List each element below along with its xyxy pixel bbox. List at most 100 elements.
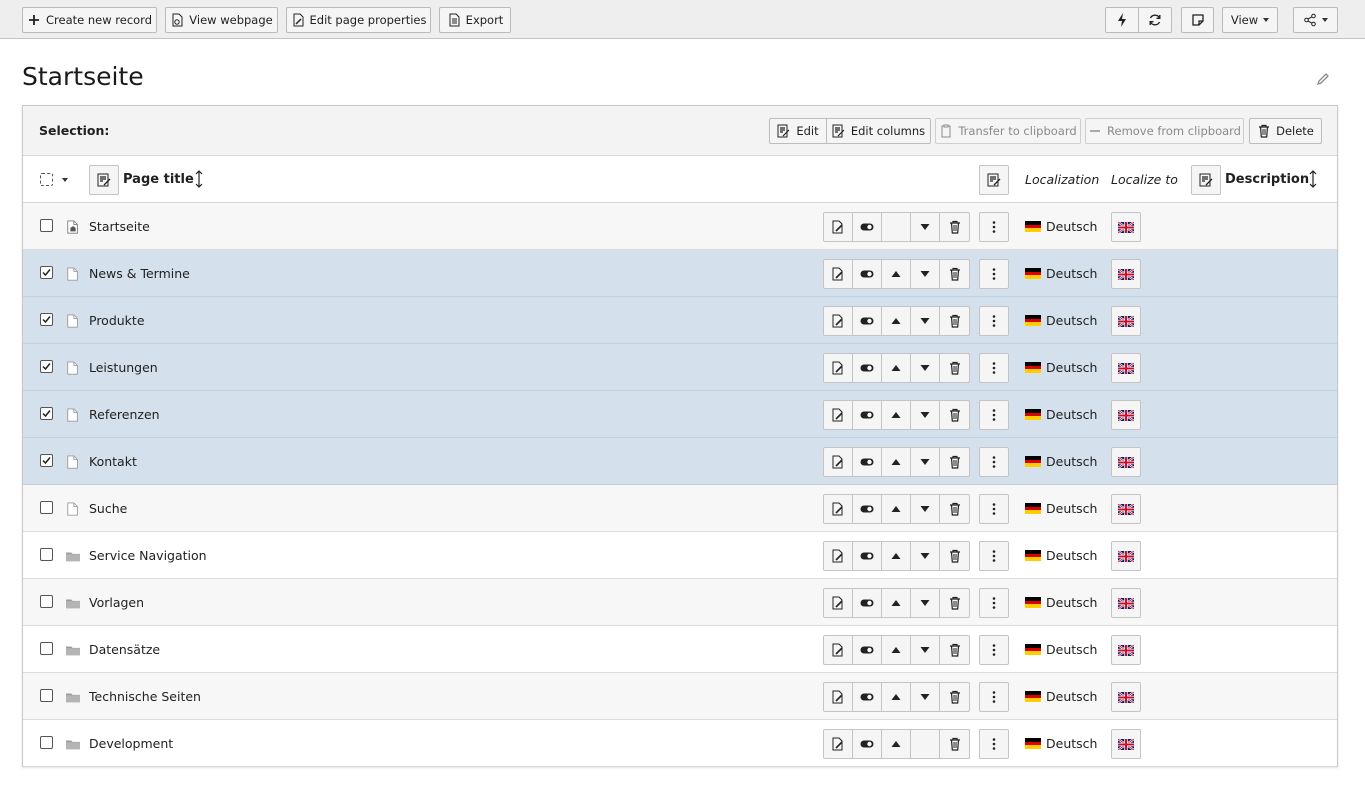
- table-row[interactable]: Service Navigation Deutsch: [23, 532, 1337, 579]
- edit-columns-button[interactable]: Edit columns: [826, 118, 931, 144]
- move-up-button[interactable]: [882, 589, 911, 617]
- toggle-visibility-button[interactable]: [853, 307, 882, 335]
- remove-from-clipboard-button[interactable]: Remove from clipboard: [1085, 118, 1244, 144]
- row-checkbox[interactable]: [40, 360, 53, 373]
- edit-record-button[interactable]: [824, 354, 853, 382]
- localize-to-english-button[interactable]: [1111, 541, 1141, 571]
- localize-to-english-button[interactable]: [1111, 306, 1141, 336]
- toggle-visibility-button[interactable]: [853, 448, 882, 476]
- row-checkbox[interactable]: [40, 642, 53, 655]
- select-all-checkbox[interactable]: [40, 173, 53, 186]
- row-page-title[interactable]: Referenzen: [89, 407, 160, 422]
- row-checkbox[interactable]: [40, 736, 53, 749]
- edit-record-button[interactable]: [824, 213, 853, 241]
- more-options-button[interactable]: [979, 306, 1009, 336]
- table-row[interactable]: Leistungen Deutsch: [23, 344, 1337, 391]
- localize-to-english-button[interactable]: [1111, 494, 1141, 524]
- table-row[interactable]: Technische Seiten Deutsch: [23, 673, 1337, 720]
- more-options-button[interactable]: [979, 447, 1009, 477]
- row-page-title[interactable]: News & Termine: [89, 266, 190, 281]
- row-checkbox[interactable]: [40, 219, 53, 232]
- move-up-button[interactable]: [882, 307, 911, 335]
- row-checkbox[interactable]: [40, 266, 53, 279]
- delete-record-button[interactable]: [940, 260, 969, 288]
- table-row[interactable]: Kontakt Deutsch: [23, 438, 1337, 485]
- row-page-title[interactable]: Kontakt: [89, 454, 137, 469]
- toggle-visibility-button[interactable]: [853, 213, 882, 241]
- move-up-button[interactable]: [882, 683, 911, 711]
- page-icon[interactable]: [66, 407, 80, 423]
- move-down-button[interactable]: [911, 495, 940, 523]
- row-checkbox[interactable]: [40, 407, 53, 420]
- folder-icon[interactable]: [66, 642, 80, 658]
- page-icon[interactable]: [66, 501, 80, 517]
- table-row[interactable]: Startseite Deutsch: [23, 203, 1337, 250]
- row-page-title[interactable]: Vorlagen: [89, 595, 144, 610]
- row-page-title[interactable]: Startseite: [89, 219, 150, 234]
- edit-record-button[interactable]: [824, 542, 853, 570]
- clear-cache-button[interactable]: [1105, 7, 1139, 33]
- delete-record-button[interactable]: [940, 448, 969, 476]
- localize-to-english-button[interactable]: [1111, 447, 1141, 477]
- move-down-button[interactable]: [911, 260, 940, 288]
- more-options-button[interactable]: [979, 259, 1009, 289]
- edit-record-button[interactable]: [824, 495, 853, 523]
- more-options-button[interactable]: [979, 541, 1009, 571]
- row-page-title[interactable]: Datensätze: [89, 642, 160, 657]
- toggle-visibility-button[interactable]: [853, 589, 882, 617]
- move-down-button[interactable]: [911, 448, 940, 476]
- edit-title-column-button[interactable]: [89, 165, 119, 195]
- move-up-button[interactable]: [882, 354, 911, 382]
- view-dropdown-button[interactable]: View: [1222, 7, 1278, 33]
- move-down-button[interactable]: [911, 401, 940, 429]
- toggle-visibility-button[interactable]: [853, 495, 882, 523]
- export-button[interactable]: Export: [439, 7, 511, 33]
- toggle-visibility-button[interactable]: [853, 401, 882, 429]
- delete-record-button[interactable]: [940, 683, 969, 711]
- column-header-page-title[interactable]: Page title: [123, 172, 194, 187]
- more-options-button[interactable]: [979, 682, 1009, 712]
- more-options-button[interactable]: [979, 400, 1009, 430]
- delete-record-button[interactable]: [940, 589, 969, 617]
- root-page-icon[interactable]: [66, 219, 80, 235]
- share-dropdown-button[interactable]: [1293, 7, 1338, 33]
- more-options-button[interactable]: [979, 729, 1009, 759]
- row-page-title[interactable]: Development: [89, 736, 173, 751]
- row-checkbox[interactable]: [40, 595, 53, 608]
- edit-record-button[interactable]: [824, 448, 853, 476]
- localize-to-english-button[interactable]: [1111, 729, 1141, 759]
- folder-icon[interactable]: [66, 736, 80, 752]
- move-up-button[interactable]: [882, 401, 911, 429]
- move-down-button[interactable]: [911, 542, 940, 570]
- move-up-button[interactable]: [882, 636, 911, 664]
- toggle-visibility-button[interactable]: [853, 542, 882, 570]
- reload-button[interactable]: [1138, 7, 1172, 33]
- localize-to-english-button[interactable]: [1111, 635, 1141, 665]
- edit-record-button[interactable]: [824, 683, 853, 711]
- table-row[interactable]: Referenzen Deutsch: [23, 391, 1337, 438]
- row-checkbox[interactable]: [40, 548, 53, 561]
- move-up-button[interactable]: [882, 542, 911, 570]
- toggle-visibility-button[interactable]: [853, 260, 882, 288]
- folder-icon[interactable]: [66, 595, 80, 611]
- delete-record-button[interactable]: [940, 636, 969, 664]
- delete-record-button[interactable]: [940, 213, 969, 241]
- move-down-button[interactable]: [911, 636, 940, 664]
- delete-record-button[interactable]: [940, 730, 969, 758]
- localize-to-english-button[interactable]: [1111, 682, 1141, 712]
- edit-localization-column-button[interactable]: [979, 165, 1009, 195]
- toggle-visibility-button[interactable]: [853, 636, 882, 664]
- move-down-button[interactable]: [911, 354, 940, 382]
- toggle-visibility-button[interactable]: [853, 683, 882, 711]
- move-up-button[interactable]: [882, 260, 911, 288]
- row-checkbox[interactable]: [40, 313, 53, 326]
- view-webpage-button[interactable]: View webpage: [165, 7, 278, 33]
- more-options-button[interactable]: [979, 353, 1009, 383]
- transfer-to-clipboard-button[interactable]: Transfer to clipboard: [935, 118, 1081, 144]
- table-row[interactable]: News & Termine Deutsch: [23, 250, 1337, 297]
- move-up-button[interactable]: [882, 495, 911, 523]
- delete-selection-button[interactable]: Delete: [1249, 118, 1322, 144]
- localize-to-english-button[interactable]: [1111, 212, 1141, 242]
- more-options-button[interactable]: [979, 588, 1009, 618]
- table-row[interactable]: Development Deutsch: [23, 720, 1337, 767]
